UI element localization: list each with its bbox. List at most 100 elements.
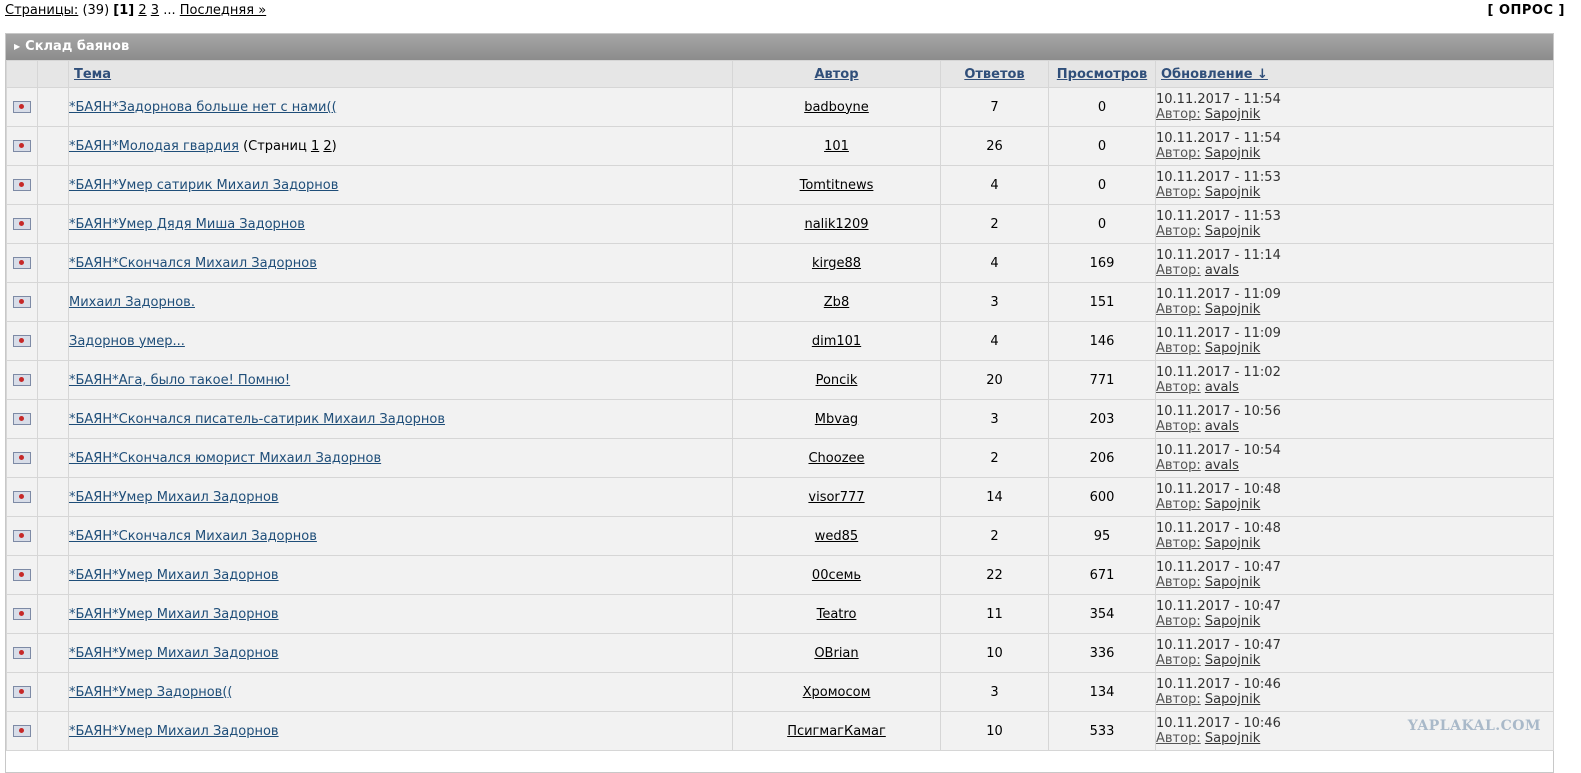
- last-author-link[interactable]: avals: [1205, 380, 1239, 395]
- author-link[interactable]: 101: [824, 139, 849, 154]
- topic-link[interactable]: *БАЯН*Умер Михаил Задорнов: [69, 607, 279, 622]
- topic-link[interactable]: *БАЯН*Умер Михаил Задорнов: [69, 490, 279, 505]
- last-author-link[interactable]: avals: [1205, 458, 1239, 473]
- sort-replies-link[interactable]: Ответов: [964, 67, 1024, 82]
- page-3-link[interactable]: 3: [151, 3, 159, 18]
- last-author-link[interactable]: Sapojnik: [1205, 302, 1260, 317]
- author-link[interactable]: Choozee: [808, 451, 864, 466]
- author-link[interactable]: Zb8: [824, 295, 849, 310]
- update-author-label: Автор:: [1156, 458, 1201, 473]
- update-author-label: Автор:: [1156, 146, 1201, 161]
- closed-topic-icon: [13, 179, 31, 191]
- last-author-link[interactable]: Sapojnik: [1205, 341, 1260, 356]
- topic-link[interactable]: *БАЯН*Умер Михаил Задорнов: [69, 724, 279, 739]
- last-author-link[interactable]: Sapojnik: [1205, 614, 1260, 629]
- author-link[interactable]: Mbvag: [815, 412, 858, 427]
- update-author-label: Автор:: [1156, 692, 1201, 707]
- views-count: 771: [1048, 360, 1156, 400]
- views-count: 533: [1048, 711, 1156, 751]
- topic-link[interactable]: *БАЯН*Умер сатирик Михаил Задорнов: [69, 178, 338, 193]
- site-watermark: YAPLAKAL.COM: [1405, 718, 1543, 734]
- last-author-link[interactable]: avals: [1205, 419, 1239, 434]
- last-author-link[interactable]: Sapojnik: [1205, 497, 1260, 512]
- update-author-label: Автор:: [1156, 419, 1201, 434]
- topic-link[interactable]: *БАЯН*Скончался Михаил Задорнов: [69, 529, 317, 544]
- sort-author-link[interactable]: Автор: [814, 67, 858, 82]
- topic-page-1-link[interactable]: 1: [311, 139, 319, 154]
- topic-link[interactable]: *БАЯН*Умер Михаил Задорнов: [69, 646, 279, 661]
- topic-link[interactable]: Задорнов умер...: [69, 334, 185, 349]
- closed-topic-icon: [13, 101, 31, 113]
- last-author-link[interactable]: Sapojnik: [1205, 146, 1260, 161]
- topic-pages-suffix: ): [331, 138, 337, 154]
- topic-link[interactable]: *БАЯН*Молодая гвардия: [69, 139, 239, 154]
- replies-count: 20: [940, 360, 1049, 400]
- replies-count: 4: [940, 321, 1049, 361]
- topic-link[interactable]: Михаил Задорнов.: [69, 295, 195, 310]
- author-link[interactable]: Tomtitnews: [800, 178, 874, 193]
- author-link[interactable]: Poncik: [816, 373, 858, 388]
- closed-topic-icon: [13, 491, 31, 503]
- author-link[interactable]: ПсигмагКамаг: [787, 724, 886, 739]
- closed-topic-icon: [13, 296, 31, 308]
- last-author-link[interactable]: Sapojnik: [1205, 731, 1260, 746]
- topic-link[interactable]: *БАЯН*Скончался Михаил Задорнов: [69, 256, 317, 271]
- header-icon-col: [6, 60, 38, 88]
- closed-topic-icon: [13, 452, 31, 464]
- sort-topic-link[interactable]: Тема: [74, 67, 111, 82]
- last-author-link[interactable]: Sapojnik: [1205, 185, 1260, 200]
- header-topic: Тема: [68, 60, 733, 88]
- sort-updated-link[interactable]: Обновление ↓: [1161, 67, 1268, 82]
- pages-label-link[interactable]: Страницы:: [5, 3, 78, 18]
- update-author-label: Автор:: [1156, 575, 1201, 590]
- last-author-link[interactable]: Sapojnik: [1205, 536, 1260, 551]
- author-link[interactable]: visor777: [808, 490, 864, 505]
- table-row: Задорнов умер... dim101 4 146 10.11.2017…: [6, 321, 1554, 361]
- topic-link[interactable]: *БАЯН*Скончался писатель-сатирик Михаил …: [69, 412, 445, 427]
- author-link[interactable]: Хромосом: [803, 685, 871, 700]
- topic-link[interactable]: *БАЯН*Скончался юморист Михаил Задорнов: [69, 451, 381, 466]
- update-date: 10.11.2017 - 10:48: [1156, 521, 1281, 536]
- table-row: *БАЯН*Скончался юморист Михаил Задорнов …: [6, 438, 1554, 478]
- author-link[interactable]: wed85: [815, 529, 858, 544]
- last-author-link[interactable]: Sapojnik: [1205, 692, 1260, 707]
- update-date: 10.11.2017 - 10:48: [1156, 482, 1281, 497]
- table-header-row: Тема Автор Ответов Просмотров Обновление…: [6, 60, 1554, 88]
- current-page: [1]: [113, 3, 135, 18]
- arrow-right-icon: ▶: [14, 42, 21, 51]
- topic-link[interactable]: *БАЯН*Умер Задорнов((: [69, 685, 232, 700]
- author-link[interactable]: nalik1209: [804, 217, 868, 232]
- author-link[interactable]: 00семь: [812, 568, 861, 583]
- update-author-label: Автор:: [1156, 731, 1201, 746]
- update-date: 10.11.2017 - 10:54: [1156, 443, 1281, 458]
- views-count: 169: [1048, 243, 1156, 283]
- topic-link[interactable]: *БАЯН*Умер Михаил Задорнов: [69, 568, 279, 583]
- author-link[interactable]: kirge88: [812, 256, 861, 271]
- sort-views-link[interactable]: Просмотров: [1057, 67, 1147, 82]
- last-author-link[interactable]: avals: [1205, 263, 1239, 278]
- update-date: 10.11.2017 - 11:09: [1156, 326, 1281, 341]
- last-author-link[interactable]: Sapojnik: [1205, 653, 1260, 668]
- topic-link[interactable]: *БАЯН*Умер Дядя Миша Задорнов: [69, 217, 305, 232]
- topic-page-2-link[interactable]: 2: [323, 139, 331, 154]
- closed-topic-icon: [13, 335, 31, 347]
- page-2-link[interactable]: 2: [138, 3, 146, 18]
- views-count: 600: [1048, 477, 1156, 517]
- last-author-link[interactable]: Sapojnik: [1205, 575, 1260, 590]
- last-page-link[interactable]: Последняя »: [180, 3, 266, 18]
- update-author-label: Автор:: [1156, 224, 1201, 239]
- replies-count: 2: [940, 438, 1049, 478]
- author-link[interactable]: OBrian: [814, 646, 858, 661]
- last-author-link[interactable]: Sapojnik: [1205, 224, 1260, 239]
- replies-count: 2: [940, 204, 1049, 244]
- views-count: 0: [1048, 87, 1156, 127]
- poll-link[interactable]: [ ОПРОС ]: [1488, 3, 1566, 18]
- author-link[interactable]: badboyne: [804, 100, 869, 115]
- topic-link[interactable]: *БАЯН*Задорнова больше нет с нами((: [69, 100, 337, 115]
- last-author-link[interactable]: Sapojnik: [1205, 107, 1260, 122]
- views-count: 95: [1048, 516, 1156, 556]
- author-link[interactable]: Teatro: [817, 607, 857, 622]
- table-row: *БАЯН*Умер Михаил Задорнов 00семь 22 671…: [6, 555, 1554, 595]
- topic-link[interactable]: *БАЯН*Ага, было такое! Помню!: [69, 373, 290, 388]
- author-link[interactable]: dim101: [812, 334, 861, 349]
